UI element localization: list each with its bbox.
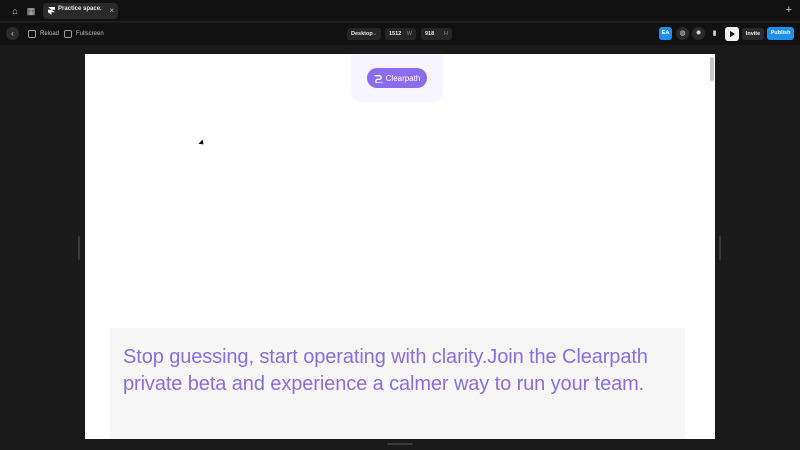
brand-logo-pill[interactable]: Clearpath [367, 68, 427, 88]
globe-icon[interactable]: ◍ [676, 27, 689, 40]
right-resize-handle[interactable] [719, 236, 721, 260]
new-tab-button[interactable]: + [786, 3, 792, 17]
tab-close-icon[interactable]: × [109, 5, 114, 17]
fullscreen-label: Fullscreen [76, 31, 104, 37]
height-input[interactable]: 918 H [421, 28, 452, 40]
left-resize-handle[interactable] [78, 236, 80, 260]
hero-card: Stop guessing, start operating with clar… [110, 328, 685, 439]
chevron-down-icon: ⌄ [372, 31, 377, 37]
height-value: 918 [425, 31, 435, 37]
width-input[interactable]: 1512 W [385, 28, 416, 40]
back-button[interactable]: ‹ [6, 27, 19, 40]
publish-button[interactable]: Publish [767, 27, 794, 40]
width-suffix: W [406, 31, 412, 37]
fullscreen-button[interactable]: Fullscreen [64, 29, 104, 39]
top-nav-container: Clearpath [351, 54, 443, 102]
framer-logo-icon [48, 7, 55, 15]
tab-practice-space[interactable]: Practice space. × [43, 3, 118, 19]
preview-viewport: Clearpath Stop guessing, start operating… [85, 54, 715, 439]
device-select[interactable]: Desktop ⌄ [347, 28, 381, 40]
reload-icon [28, 30, 36, 38]
analytics-icon[interactable]: ▮ [708, 27, 721, 40]
width-value: 1512 [389, 31, 402, 37]
reload-label: Reload [40, 31, 60, 37]
home-icon[interactable]: ⌂ [9, 5, 21, 17]
tab-title: Practice space. [58, 6, 102, 12]
brand-label: Clearpath [385, 73, 421, 83]
grid-icon[interactable]: ▦ [25, 5, 37, 17]
fullscreen-icon [64, 30, 72, 38]
reload-button[interactable]: Reload [28, 29, 59, 39]
settings-icon[interactable]: ✹ [692, 27, 705, 40]
user-avatar[interactable]: EA [659, 27, 672, 40]
bottom-resize-handle[interactable] [387, 443, 413, 445]
scrollbar[interactable] [710, 57, 714, 81]
hero-heading: Stop guessing, start operating with clar… [123, 346, 648, 395]
preview-play-button[interactable] [725, 27, 739, 41]
invite-button[interactable]: Invite [742, 28, 764, 40]
device-value: Desktop [351, 31, 373, 37]
title-bar: ⌂ ▦ Practice space. × + [0, 0, 800, 22]
path-icon [373, 74, 383, 83]
height-suffix: H [444, 31, 448, 37]
